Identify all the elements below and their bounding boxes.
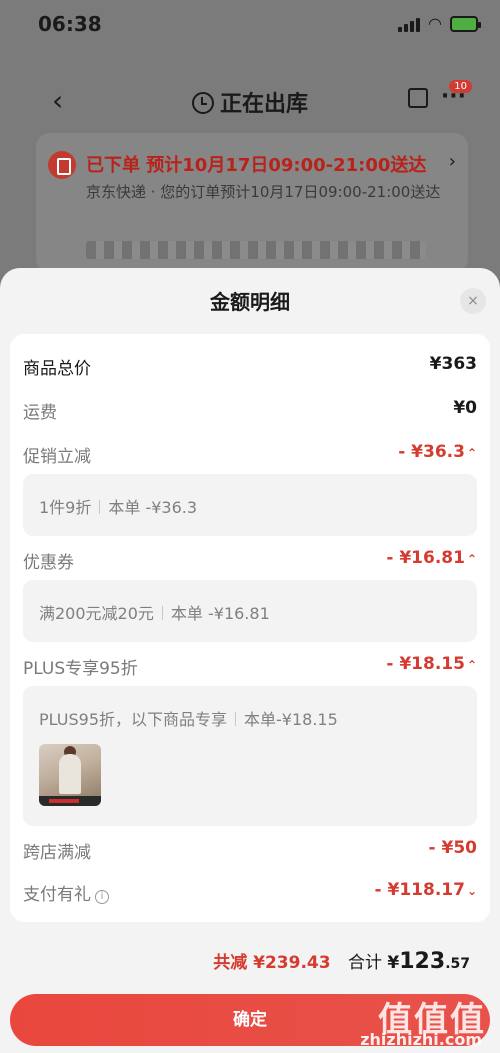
row-cross-store: 跨店满减 - ¥50 — [23, 838, 477, 864]
wifi-icon: ◠ — [428, 14, 442, 33]
row-promo[interactable]: 促销立减 - ¥36.3 ⌃ — [23, 442, 477, 468]
goods-total-label: 商品总价 — [23, 359, 91, 379]
payment-gift-value: - ¥118.17 ⌄ — [374, 880, 477, 900]
plus-label: PLUS专享95折 — [23, 659, 138, 679]
status-time: 06:38 — [38, 12, 102, 36]
chevron-up-icon: ⌃ — [466, 446, 477, 460]
plus-detail-a: PLUS95折，以下商品专享 — [39, 710, 227, 729]
status-bar: 06:38 ◠ — [0, 0, 500, 46]
coupon-detail-b: 本单 -¥16.81 — [170, 604, 270, 623]
promo-value: - ¥36.3 ⌃ — [398, 442, 477, 462]
coupon-label: 优惠券 — [23, 553, 74, 573]
order-description: 京东快递 · 您的订单预计10月17日09:00-21:00送达 — [86, 183, 441, 201]
goods-total-value: ¥363 — [429, 354, 477, 374]
coupon-value: - ¥16.81 ⌃ — [386, 548, 477, 568]
promo-detail-b: 本单 -¥36.3 — [108, 498, 198, 517]
amount-detail-sheet: 金额明细 × 商品总价 ¥363 运费 ¥0 促销立减 - ¥36.3 ⌃ 1件9… — [0, 268, 500, 1053]
coupon-detail-a: 满200元减20元 — [39, 604, 154, 623]
chevron-right-icon: › — [448, 151, 456, 172]
cross-store-value: - ¥50 — [428, 838, 477, 858]
total-saved: 共减 ¥239.43 — [213, 953, 331, 973]
chevron-down-icon: ⌄ — [466, 884, 477, 898]
chevron-up-icon: ⌃ — [466, 552, 477, 566]
total-integer: 123 — [399, 949, 446, 974]
order-icon — [48, 151, 76, 179]
promo-detail: 1件9折 本单 -¥36.3 — [23, 474, 477, 536]
cross-store-label: 跨店满减 — [23, 843, 91, 863]
row-shipping: 运费 ¥0 — [23, 398, 477, 424]
blurred-address — [86, 241, 426, 259]
info-icon[interactable]: i — [95, 890, 109, 904]
sheet-title: 金额明细 — [210, 290, 290, 314]
shipping-value: ¥0 — [453, 398, 477, 418]
plus-detail: PLUS95折，以下商品专享 本单-¥18.15 — [23, 686, 477, 826]
row-goods-total: 商品总价 ¥363 — [23, 354, 477, 380]
plus-value: - ¥18.15 ⌃ — [386, 654, 477, 674]
row-coupon[interactable]: 优惠券 - ¥16.81 ⌃ — [23, 548, 477, 574]
clock-icon — [191, 92, 214, 114]
total-summary: 共减 ¥239.43 合计 ¥123.57 — [213, 948, 470, 974]
row-plus[interactable]: PLUS专享95折 - ¥18.15 ⌃ — [23, 654, 477, 680]
payment-gift-label: 支付有礼 i — [23, 880, 109, 905]
promo-label: 促销立减 — [23, 447, 91, 467]
chevron-up-icon: ⌃ — [466, 658, 477, 672]
notification-badge: 10 — [449, 80, 472, 93]
background-page: 06:38 ◠ ‹ 正在出库 ··· 10 已下单 预计10月17日09:00-… — [0, 0, 500, 300]
currency-symbol: ¥ — [387, 953, 400, 973]
shipping-label: 运费 — [23, 403, 57, 423]
total-decimal: .57 — [445, 956, 470, 972]
signal-icon — [398, 16, 421, 32]
total-label: 合计 — [348, 953, 382, 973]
plus-detail-b: 本单-¥18.15 — [244, 710, 338, 729]
row-payment-gift[interactable]: 支付有礼 i - ¥118.17 ⌄ — [23, 880, 477, 906]
order-status: 已下单 预计10月17日09:00-21:00送达 — [86, 155, 427, 176]
coupon-detail: 满200元减20元 本单 -¥16.81 — [23, 580, 477, 642]
product-thumbnail[interactable] — [39, 744, 101, 806]
close-button[interactable]: × — [460, 288, 486, 314]
page-title-text: 正在出库 — [219, 92, 308, 117]
promo-detail-a: 1件9折 — [39, 498, 92, 517]
watermark-text: zhizhizhi.com — [360, 1030, 482, 1049]
status-icons: ◠ — [398, 14, 481, 33]
battery-icon — [450, 15, 481, 32]
watermark: 值值值 zhizhizhi.com — [340, 990, 490, 1050]
order-status-card[interactable]: 已下单 预计10月17日09:00-21:00送达 › 京东快递 · 您的订单预… — [36, 133, 468, 273]
amount-panel: 商品总价 ¥363 运费 ¥0 促销立减 - ¥36.3 ⌃ 1件9折 本单 -¥3… — [10, 334, 490, 922]
nav-bar: ‹ 正在出库 ··· 10 — [0, 76, 500, 126]
edit-icon[interactable] — [408, 88, 428, 108]
